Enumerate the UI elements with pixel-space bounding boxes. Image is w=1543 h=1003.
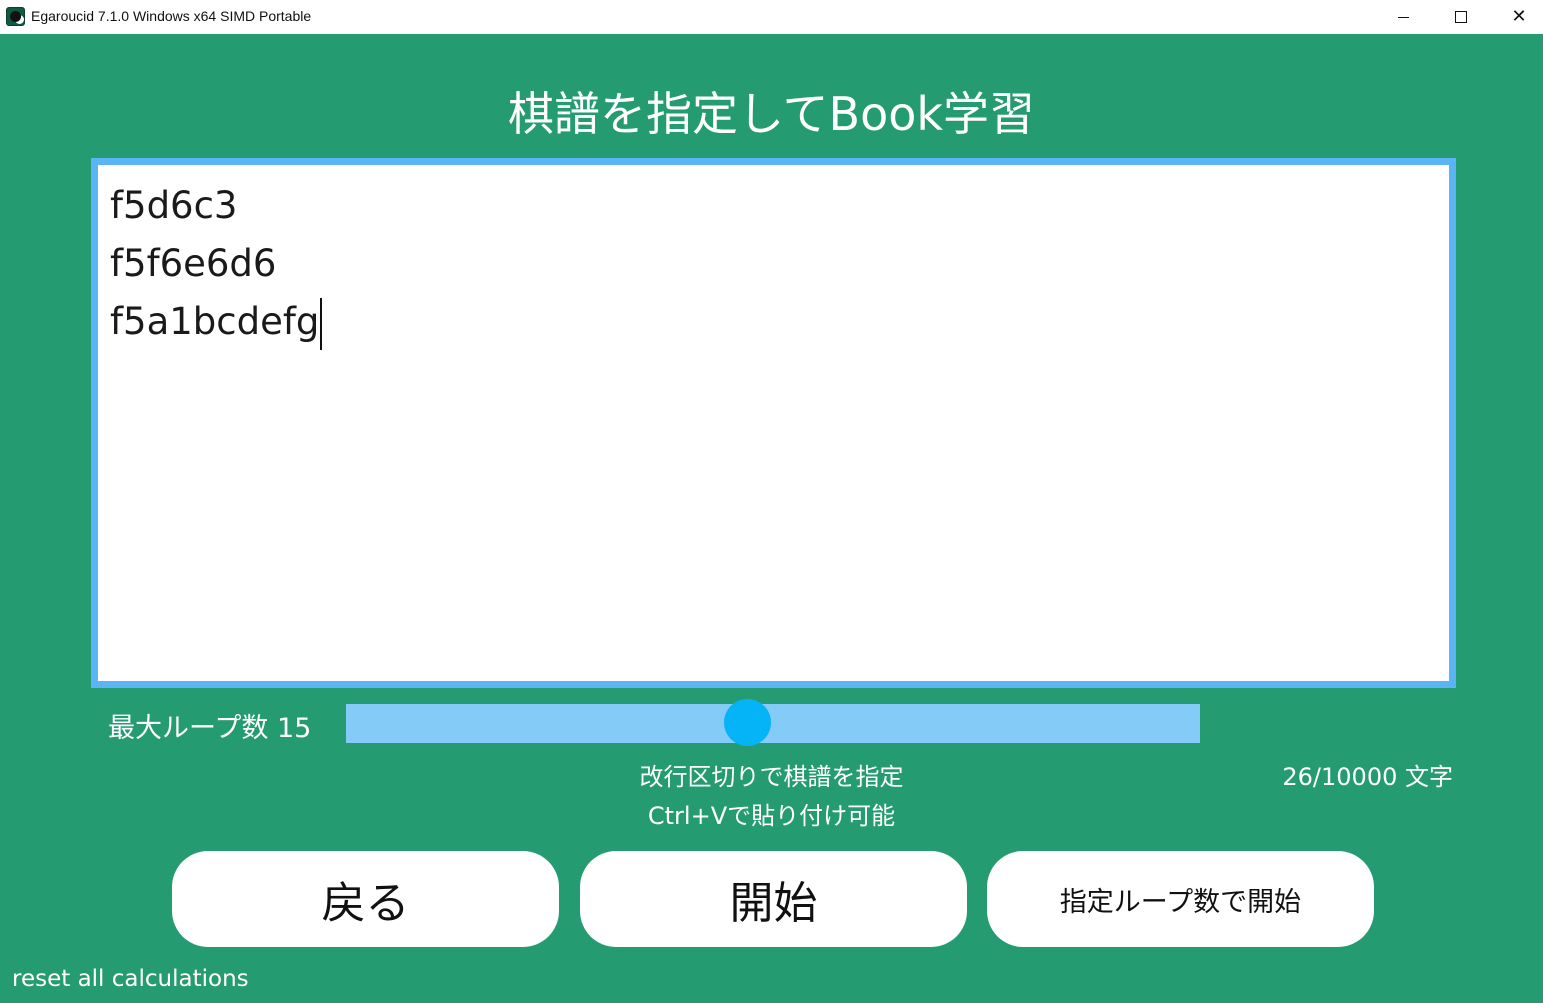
hint-paste: Ctrl+Vで貼り付け可能 bbox=[647, 802, 896, 830]
transcript-editor-frame: f5d6c3 f5f6e6d6 f5a1bcdefg bbox=[91, 158, 1456, 688]
editor-line: f5a1bcdefg bbox=[110, 293, 1437, 351]
max-loop-slider[interactable] bbox=[346, 704, 1200, 743]
minimize-icon bbox=[1397, 16, 1409, 18]
editor-line: f5f6e6d6 bbox=[110, 242, 277, 285]
start-with-loop-button[interactable]: 指定ループ数で開始 bbox=[987, 851, 1374, 947]
transcript-text-area[interactable]: f5d6c3 f5f6e6d6 f5a1bcdefg bbox=[98, 165, 1449, 681]
back-button[interactable]: 戻る bbox=[172, 851, 559, 947]
close-button[interactable]: ✕ bbox=[1490, 0, 1543, 34]
maximize-icon bbox=[1455, 11, 1467, 23]
maximize-button[interactable] bbox=[1432, 0, 1490, 34]
window-title: Egaroucid 7.1.0 Windows x64 SIMD Portabl… bbox=[31, 8, 312, 24]
minimize-button[interactable] bbox=[1374, 0, 1432, 34]
close-icon: ✕ bbox=[1511, 6, 1527, 27]
character-count: 26/10000 文字 bbox=[1282, 763, 1453, 791]
max-loop-label: 最大ループ数 15 bbox=[108, 713, 312, 744]
app-icon bbox=[6, 7, 25, 26]
reset-all-calculations-link[interactable]: reset all calculations bbox=[12, 966, 249, 992]
editor-line: f5d6c3 bbox=[110, 184, 238, 227]
start-button[interactable]: 開始 bbox=[580, 851, 967, 947]
window-titlebar: Egaroucid 7.1.0 Windows x64 SIMD Portabl… bbox=[0, 0, 1543, 34]
page-title: 棋譜を指定してBook学習 bbox=[507, 87, 1036, 141]
text-caret bbox=[320, 297, 323, 350]
max-loop-slider-knob[interactable] bbox=[723, 699, 771, 746]
